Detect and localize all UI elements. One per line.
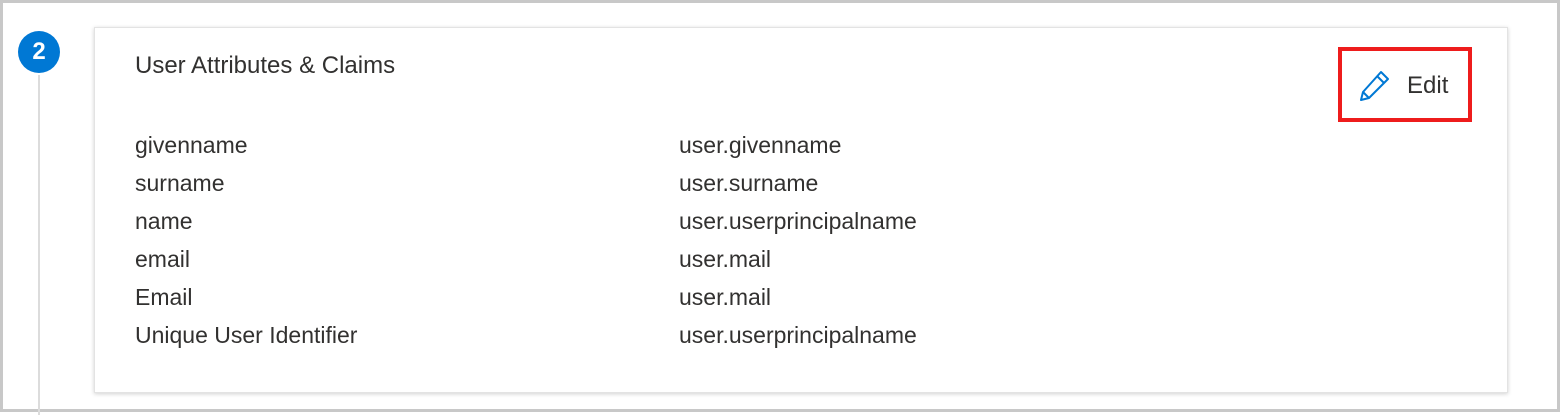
claims-list: givenname user.givenname surname user.su… bbox=[135, 126, 1135, 354]
claim-row: email user.mail bbox=[135, 240, 1135, 278]
screenshot-frame: 2 User Attributes & Claims Edit givennam… bbox=[0, 0, 1560, 415]
claim-row: Email user.mail bbox=[135, 278, 1135, 316]
step-connector-line bbox=[38, 65, 40, 415]
claim-name: surname bbox=[135, 170, 225, 196]
step-number-badge: 2 bbox=[18, 31, 60, 73]
claim-name: email bbox=[135, 246, 190, 272]
edit-button[interactable]: Edit bbox=[1357, 68, 1448, 104]
edit-button-label: Edit bbox=[1407, 72, 1449, 99]
card-title: User Attributes & Claims bbox=[135, 52, 396, 79]
claim-value: user.userprincipalname bbox=[679, 322, 917, 348]
claim-name: givenname bbox=[135, 132, 248, 158]
user-attributes-claims-card: User Attributes & Claims Edit givenname … bbox=[94, 27, 1508, 393]
claim-value: user.givenname bbox=[679, 132, 842, 158]
claim-value: user.mail bbox=[679, 284, 772, 310]
claim-name: name bbox=[135, 208, 193, 234]
claim-row: givenname user.givenname bbox=[135, 126, 1135, 164]
claim-name: Email bbox=[135, 284, 193, 310]
claim-value: user.surname bbox=[679, 170, 819, 196]
claim-value: user.mail bbox=[679, 246, 772, 272]
claim-row: name user.userprincipalname bbox=[135, 202, 1135, 240]
claim-row: Unique User Identifier user.userprincipa… bbox=[135, 316, 1135, 354]
pencil-icon bbox=[1357, 69, 1391, 103]
claim-value: user.userprincipalname bbox=[679, 208, 917, 234]
claim-row: surname user.surname bbox=[135, 164, 1135, 202]
claim-name: Unique User Identifier bbox=[135, 322, 358, 348]
